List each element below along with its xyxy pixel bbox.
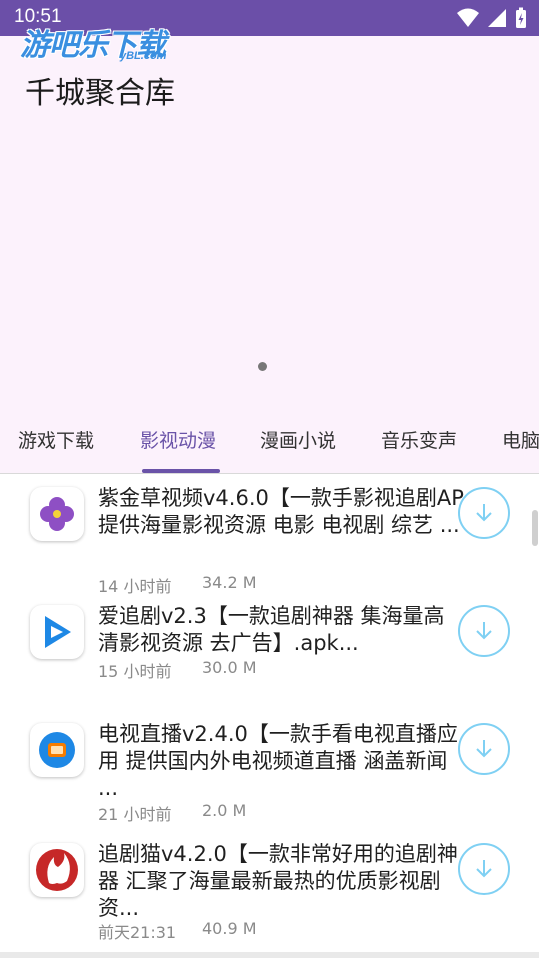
wifi-icon — [457, 8, 479, 27]
tab-games[interactable]: 游戏下载 — [18, 426, 94, 453]
category-tabs: 游戏下载 影视动漫 漫画小说 音乐变声 电脑 — [0, 408, 539, 474]
download-button[interactable] — [458, 605, 510, 657]
app-meta: 前天21:31 40.9 M — [98, 919, 257, 943]
app-file-size: 34.2 M — [202, 573, 257, 592]
scrollbar-thumb[interactable] — [532, 510, 538, 546]
tv-icon — [30, 723, 84, 777]
app-title: 电视直播v2.4.0【一款手看电视直播应用 提供国内外电视频道直播 涵盖新闻 .… — [98, 722, 458, 800]
app-updated-time: 前天21:31 — [98, 923, 177, 942]
app-file-size: 30.0 M — [202, 658, 257, 677]
app-meta: 21 小时前 2.0 M — [98, 801, 246, 825]
blue-play-icon — [30, 605, 84, 659]
download-arrow-icon — [476, 622, 492, 640]
app-file-size: 40.9 M — [202, 919, 257, 938]
carousel-indicator-dot[interactable] — [258, 362, 267, 371]
tab-film-anime[interactable]: 影视动漫 — [140, 426, 216, 453]
download-arrow-icon — [476, 504, 492, 522]
download-button[interactable] — [458, 843, 510, 895]
signal-icon — [488, 9, 506, 27]
list-item[interactable]: 追剧猫v4.2.0【一款非常好用的追剧神器 汇聚了海量最新最热的优质影视剧资..… — [0, 839, 539, 958]
app-title: 爱追剧v2.3【一款追剧神器 集海量高清影视资源 去广告】.apk... — [98, 604, 445, 655]
tab-pc[interactable]: 电脑 — [502, 426, 539, 453]
app-updated-time: 21 小时前 — [98, 805, 172, 824]
page-title: 千城聚合库 — [25, 76, 175, 111]
red-cat-icon — [30, 843, 84, 897]
next-item-peek — [0, 952, 539, 958]
app-title: 紫金草视频v4.6.0【一款手影视追剧AP 提供海量影视资源 电影 电视剧 综艺… — [98, 486, 464, 537]
list-item[interactable]: 电视直播v2.4.0【一款手看电视直播应用 提供国内外电视频道直播 涵盖新闻 .… — [0, 719, 539, 839]
app-file-size: 2.0 M — [202, 801, 247, 820]
app-updated-time: 15 小时前 — [98, 662, 172, 681]
purple-flower-icon — [30, 487, 84, 541]
download-button[interactable] — [458, 487, 510, 539]
status-icons — [457, 7, 527, 29]
list-item[interactable]: 紫金草视频v4.6.0【一款手影视追剧AP 提供海量影视资源 电影 电视剧 综艺… — [0, 483, 539, 603]
tab-active-indicator — [142, 469, 220, 473]
download-arrow-icon — [476, 860, 492, 878]
download-arrow-icon — [476, 740, 492, 758]
watermark-domain: yBL.com — [120, 50, 167, 62]
app-meta: 15 小时前 30.0 M — [98, 658, 257, 682]
app-meta: 14 小时前 34.2 M — [98, 573, 257, 597]
download-button[interactable] — [458, 723, 510, 775]
tab-comics-novels[interactable]: 漫画小说 — [260, 426, 336, 453]
app-updated-time: 14 小时前 — [98, 577, 172, 596]
watermark-logo: 游吧乐下载 yBL.com — [20, 20, 167, 64]
list-item[interactable]: 爱追剧v2.3【一款追剧神器 集海量高清影视资源 去广告】.apk... 15 … — [0, 601, 539, 721]
banner[interactable]: 千城聚合库 — [0, 36, 539, 408]
app-title: 追剧猫v4.2.0【一款非常好用的追剧神器 汇聚了海量最新最热的优质影视剧资..… — [98, 842, 458, 920]
app-list: 紫金草视频v4.6.0【一款手影视追剧AP 提供海量影视资源 电影 电视剧 综艺… — [0, 475, 539, 958]
battery-icon — [516, 7, 526, 28]
tab-music-voice[interactable]: 音乐变声 — [381, 426, 457, 453]
